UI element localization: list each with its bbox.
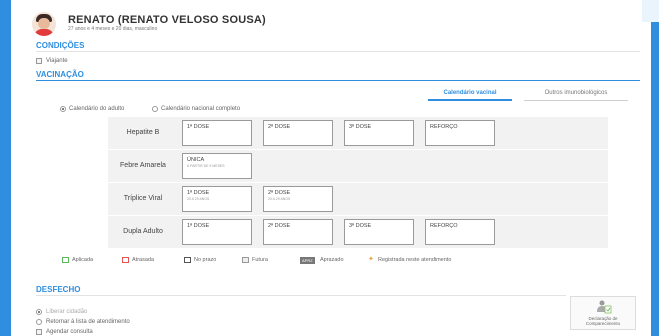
- background-stripe-right: [651, 0, 659, 336]
- dose-cell[interactable]: 2ª DOSE: [263, 219, 333, 245]
- vaccine-name: Febre Amarela: [120, 162, 166, 169]
- calendario-adulto-label: Calendário do adulto: [69, 106, 125, 112]
- dose-cell[interactable]: 1ª DOSE: [182, 219, 252, 245]
- calendario-nacional-label: Calendário nacional completo: [161, 106, 241, 112]
- dose-cell[interactable]: 1ª DOSE 20 A 29 ANOS: [182, 186, 252, 212]
- legend-futura-label: Futura: [252, 257, 268, 263]
- dose-cell[interactable]: 3ª DOSE: [344, 219, 414, 245]
- attendance-panel: RENATO (RENATO VELOSO SOUSA) 27 anos e 4…: [22, 0, 642, 336]
- desfecho-title: DESFECHO: [36, 285, 81, 294]
- dose-cell[interactable]: ÚNICA A PARTIR DE 9 MESES: [182, 153, 252, 179]
- legend-aprazado-tag: APRZ: [300, 257, 315, 264]
- viajante-label: Viajante: [46, 58, 68, 64]
- condicoes-title: CONDIÇÕES: [36, 41, 85, 50]
- legend-no-prazo-label: No prazo: [194, 257, 217, 263]
- patient-header: RENATO (RENATO VELOSO SOUSA) 27 anos e 4…: [22, 6, 642, 36]
- vacinacao-title: VACINAÇÃO: [36, 70, 84, 79]
- dose-cell[interactable]: REFORÇO: [425, 219, 495, 245]
- background-stripe-left: [0, 0, 11, 336]
- dose-age-range: 20 A 29 ANOS: [187, 197, 210, 201]
- tab-active-indicator: [428, 99, 512, 101]
- legend-aprazado-label: Aprazado: [320, 257, 344, 263]
- vaccine-row-dupla-adulto: Dupla Adulto 1ª DOSE 2ª DOSE 3ª DOSE REF…: [108, 216, 608, 248]
- legend-no-prazo-swatch: [184, 257, 191, 263]
- liberar-cidadao-label: Liberar cidadão: [46, 309, 88, 315]
- viajante-checkbox[interactable]: [36, 58, 42, 64]
- dose-label: 2ª DOSE: [268, 190, 291, 196]
- vaccine-name: Dupla Adulto: [123, 228, 163, 235]
- dose-label: 3ª DOSE: [349, 124, 372, 130]
- dose-age-range: 20 A 29 ANOS: [268, 197, 291, 201]
- dose-age-range: A PARTIR DE 9 MESES: [187, 164, 225, 168]
- legend-registrada-label: Registrada neste atendimento: [378, 257, 452, 263]
- dose-cell[interactable]: 2ª DOSE: [263, 120, 333, 146]
- declaracao-comparecimento-button[interactable]: Declaração de Comparecimento: [570, 296, 636, 330]
- legend-atrasada-label: Atrasada: [132, 257, 155, 263]
- legend-aplicada-swatch: [62, 257, 69, 263]
- agendar-consulta-label: Agendar consulta: [46, 329, 93, 335]
- condicoes-divider: [36, 51, 640, 52]
- dose-cell[interactable]: 3ª DOSE: [344, 120, 414, 146]
- vaccine-name: Hepatite B: [126, 129, 160, 136]
- tab-calendario-vacinal[interactable]: Calendário vacinal: [428, 90, 512, 96]
- dose-label: 1ª DOSE: [187, 124, 210, 130]
- tab-inactive-indicator: [524, 100, 628, 101]
- retornar-lista-label: Retornar à lista de atendimento: [46, 319, 130, 325]
- avatar: [32, 12, 56, 36]
- star-icon: ✦: [368, 256, 374, 263]
- legend-aplicada-label: Aplicada: [72, 257, 94, 263]
- liberar-cidadao-radio[interactable]: [36, 309, 42, 315]
- dose-label: 3ª DOSE: [349, 223, 372, 229]
- patient-info: 27 anos e 4 meses e 20 dias, masculino: [68, 26, 158, 32]
- dose-label: 2ª DOSE: [268, 124, 291, 130]
- dose-label: 1ª DOSE: [187, 190, 210, 196]
- vaccine-row-triplice-viral: Tríplice Viral 1ª DOSE 20 A 29 ANOS 2ª D…: [108, 183, 608, 215]
- dose-label: 2ª DOSE: [268, 223, 291, 229]
- declaracao-line2: Comparecimento: [585, 321, 621, 326]
- calendario-adulto-radio[interactable]: [60, 106, 66, 112]
- vaccine-row-hepatite-b: Hepatite B 1ª DOSE 2ª DOSE 3ª DOSE REFOR…: [108, 117, 608, 149]
- tab-outros-imunobiologicos[interactable]: Outros imunobiológicos: [524, 90, 628, 96]
- dose-cell[interactable]: 1ª DOSE: [182, 120, 252, 146]
- dose-cell[interactable]: REFORÇO: [425, 120, 495, 146]
- dose-label: ÚNICA: [187, 157, 205, 163]
- patient-name: RENATO (RENATO VELOSO SOUSA): [68, 14, 266, 26]
- legend-atrasada-swatch: [122, 257, 129, 263]
- vacinacao-divider: [36, 80, 640, 81]
- dose-label: REFORÇO: [430, 124, 458, 130]
- dose-label: 1ª DOSE: [187, 223, 210, 229]
- vaccine-name: Tríplice Viral: [123, 195, 163, 202]
- agendar-consulta-checkbox[interactable]: [36, 329, 42, 335]
- legend-futura-swatch: [242, 257, 249, 263]
- calendario-nacional-radio[interactable]: [152, 106, 158, 112]
- person-document-icon: [597, 300, 612, 314]
- vaccine-row-febre-amarela: Febre Amarela ÚNICA A PARTIR DE 9 MESES: [108, 150, 608, 182]
- retornar-lista-radio[interactable]: [36, 319, 42, 325]
- dose-cell[interactable]: 2ª DOSE 20 A 29 ANOS: [263, 186, 333, 212]
- dose-label: REFORÇO: [430, 223, 458, 229]
- declaracao-label: Declaração de Comparecimento: [571, 316, 635, 326]
- desfecho-divider: [36, 295, 566, 296]
